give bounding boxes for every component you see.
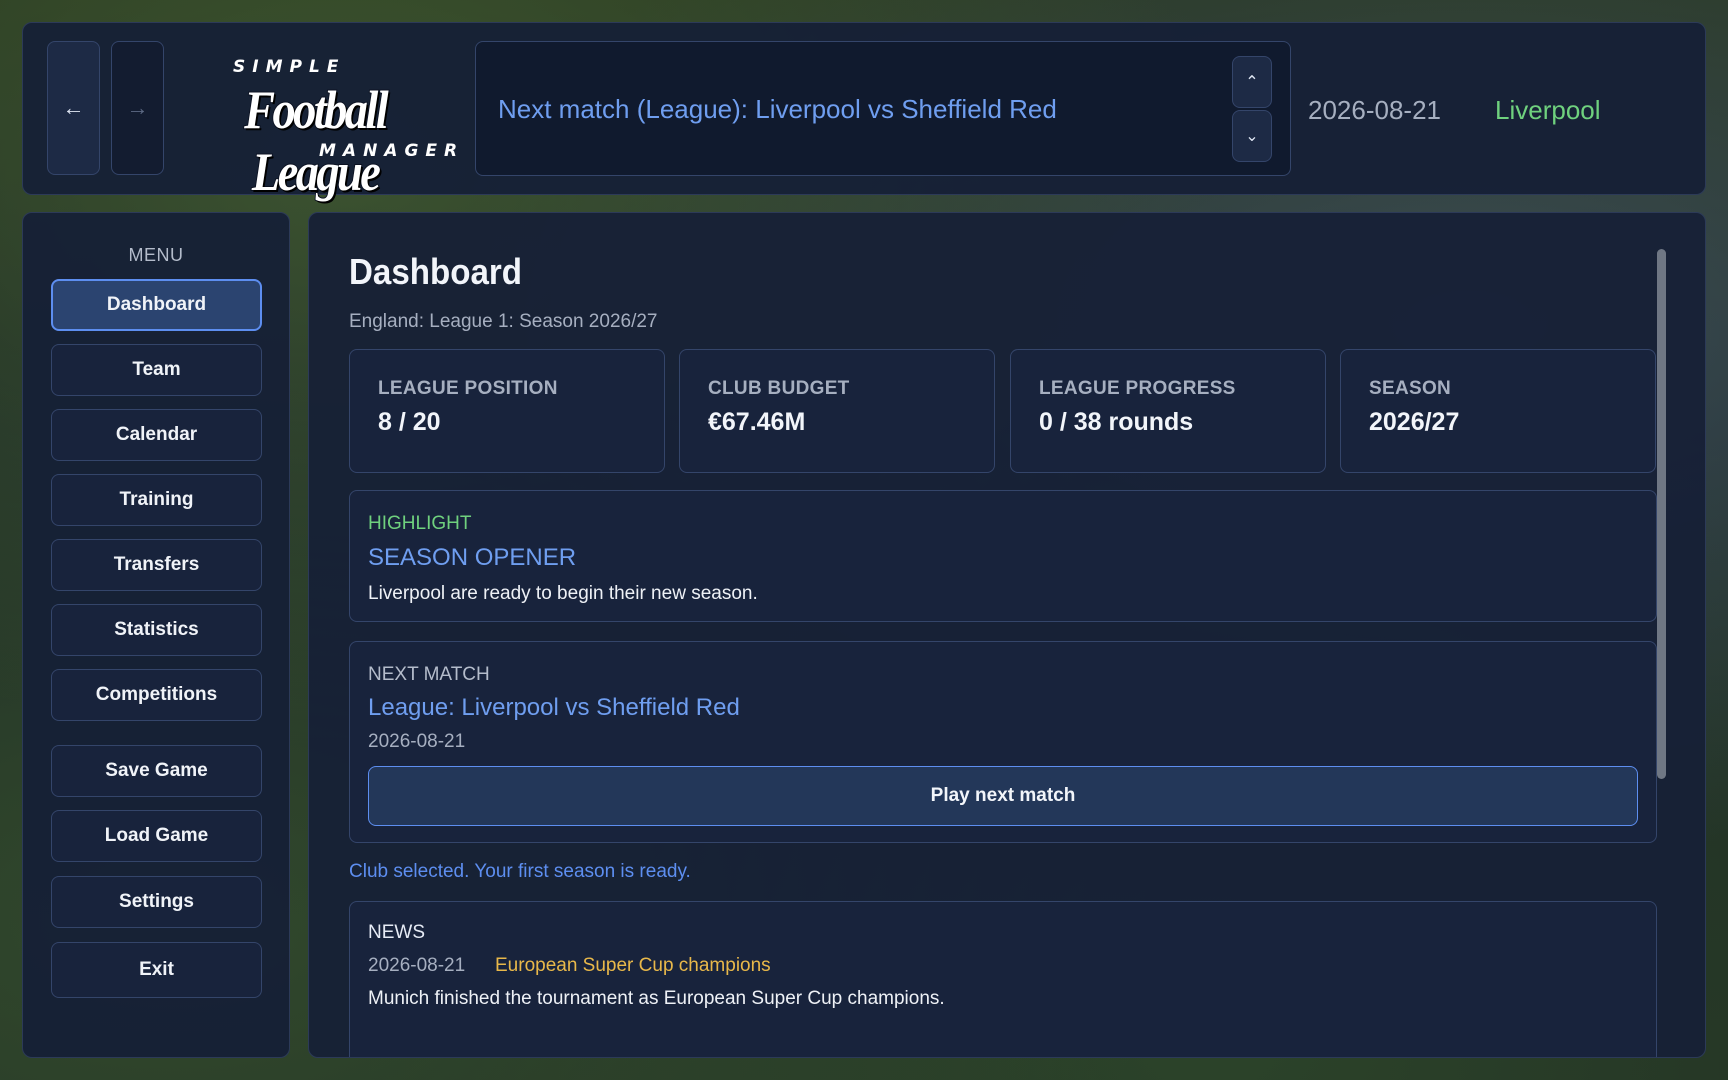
- news-body: Munich finished the tournament as Europe…: [368, 988, 945, 1009]
- stat-value: 2026/27: [1369, 408, 1460, 436]
- back-button[interactable]: ←: [47, 41, 100, 175]
- next-match-date: 2026-08-21: [368, 731, 466, 752]
- stat-value: 8 / 20: [378, 408, 441, 436]
- ticker-text: Next match (League): Liverpool vs Sheffi…: [498, 94, 1057, 124]
- top-bar: ← → SIMPLE Football League MANAGER Next …: [22, 22, 1706, 203]
- league-subtitle: England: League 1: Season 2026/27: [349, 311, 658, 332]
- exit-button[interactable]: Exit: [51, 942, 262, 998]
- ticker-up-button[interactable]: ⌃: [1232, 56, 1272, 108]
- stat-value: 0 / 38 rounds: [1039, 408, 1194, 436]
- arrow-right-icon: →: [126, 95, 149, 120]
- highlight-card: HIGHLIGHT SEASON OPENER Liverpool are re…: [349, 490, 1657, 622]
- sidebar-item-training[interactable]: Training: [51, 474, 262, 526]
- stat-label: CLUB BUDGET: [708, 378, 850, 399]
- highlight-body: Liverpool are ready to begin their new s…: [368, 583, 758, 604]
- chevron-down-icon: ⌄: [1245, 128, 1259, 145]
- sidebar-item-calendar[interactable]: Calendar: [51, 409, 262, 461]
- settings-button[interactable]: Settings: [51, 876, 262, 928]
- logo-line-simple: SIMPLE: [233, 57, 346, 77]
- next-match-card: NEXT MATCH League: Liverpool vs Sheffiel…: [349, 641, 1657, 843]
- next-match-heading: League: Liverpool vs Sheffield Red: [368, 694, 740, 721]
- highlight-heading: SEASON OPENER: [368, 544, 577, 571]
- save-game-button[interactable]: Save Game: [51, 745, 262, 797]
- sidebar-item-team[interactable]: Team: [51, 344, 262, 396]
- next-match-tag: NEXT MATCH: [368, 664, 490, 685]
- stat-card-season: SEASON 2026/27: [1340, 349, 1656, 473]
- ticker-down-button[interactable]: ⌄: [1232, 110, 1272, 162]
- news-tag: NEWS: [368, 922, 425, 943]
- stat-card-league-progress: LEAGUE PROGRESS 0 / 38 rounds: [1010, 349, 1326, 473]
- current-club: Liverpool: [1495, 95, 1601, 125]
- page-title: Dashboard: [349, 251, 523, 292]
- stat-card-league-position: LEAGUE POSITION 8 / 20: [349, 349, 665, 473]
- status-message: Club selected. Your first season is read…: [349, 861, 691, 882]
- sidebar-menu: MENU Dashboard Team Calendar Training Tr…: [22, 212, 290, 1058]
- load-game-button[interactable]: Load Game: [51, 810, 262, 862]
- stat-card-club-budget: CLUB BUDGET €67.46M: [679, 349, 995, 473]
- menu-label: MENU: [128, 245, 184, 265]
- stat-label: SEASON: [1369, 378, 1452, 399]
- current-date: 2026-08-21: [1308, 95, 1441, 125]
- news-heading: European Super Cup champions: [495, 955, 771, 976]
- dashboard-panel: Dashboard England: League 1: Season 2026…: [308, 212, 1706, 1058]
- play-next-match-button[interactable]: Play next match: [368, 766, 1638, 826]
- highlight-tag: HIGHLIGHT: [368, 513, 472, 534]
- sidebar-item-transfers[interactable]: Transfers: [51, 539, 262, 591]
- game-logo: SIMPLE Football League MANAGER: [199, 51, 479, 203]
- sidebar-item-statistics[interactable]: Statistics: [51, 604, 262, 656]
- sidebar-item-dashboard[interactable]: Dashboard: [51, 279, 262, 331]
- arrow-left-icon: ←: [62, 95, 85, 120]
- chevron-up-icon: ⌃: [1245, 74, 1259, 91]
- scrollbar[interactable]: [1657, 249, 1666, 779]
- news-card: NEWS 2026-08-21 European Super Cup champ…: [349, 901, 1657, 1057]
- forward-button[interactable]: →: [111, 41, 164, 175]
- sidebar-item-competitions[interactable]: Competitions: [51, 669, 262, 721]
- stat-label: LEAGUE PROGRESS: [1039, 378, 1236, 399]
- stat-label: LEAGUE POSITION: [378, 378, 558, 399]
- logo-line-manager: MANAGER: [319, 141, 465, 161]
- news-date: 2026-08-21: [368, 955, 466, 976]
- next-match-ticker[interactable]: Next match (League): Liverpool vs Sheffi…: [475, 41, 1291, 176]
- stat-value: €67.46M: [708, 408, 806, 436]
